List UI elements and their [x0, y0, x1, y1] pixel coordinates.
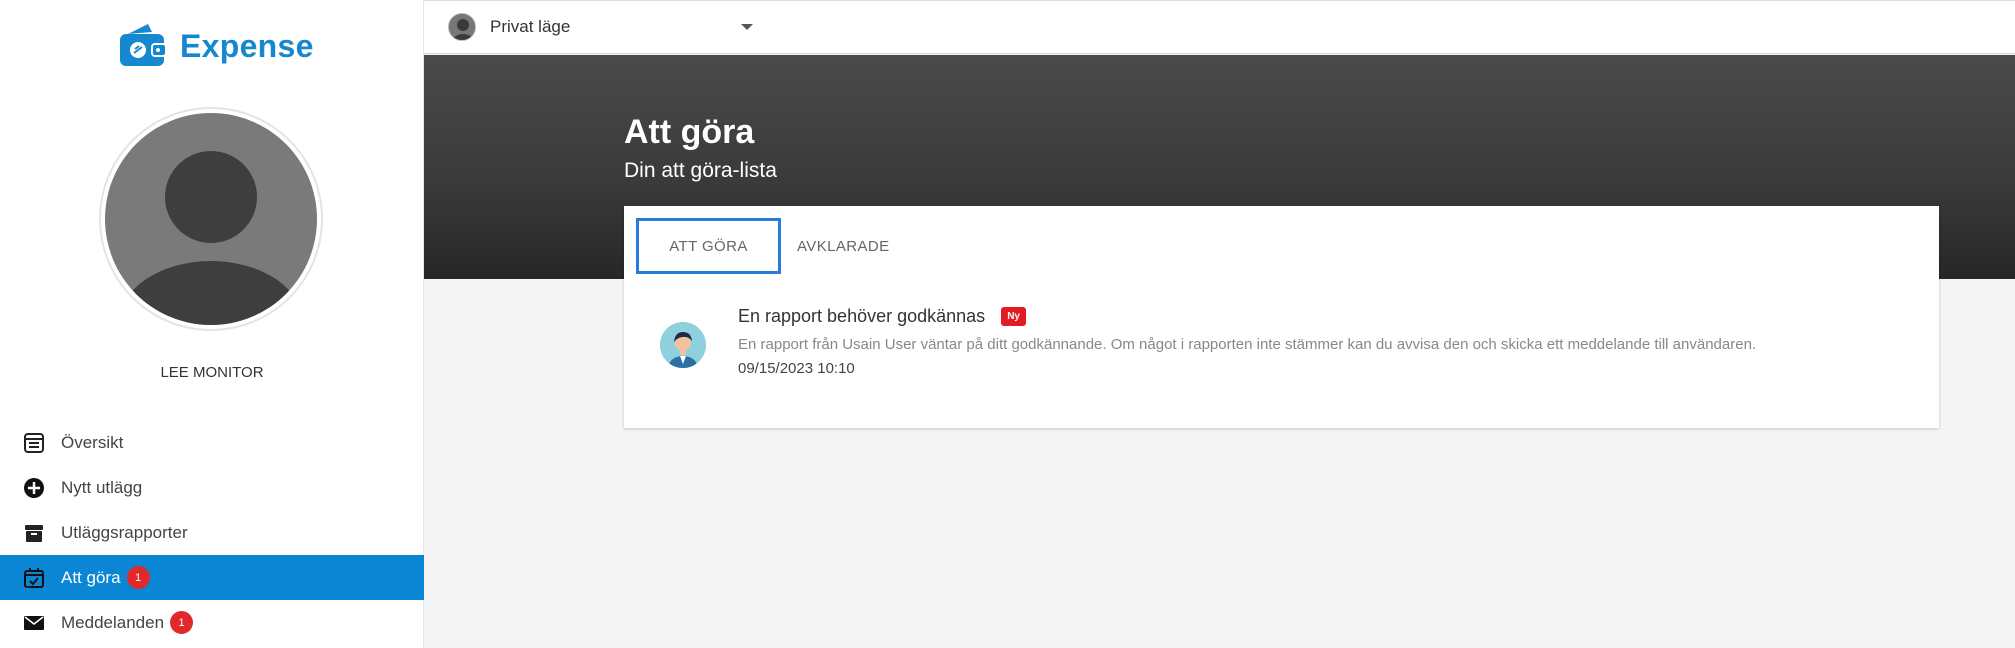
user-name: LEE MONITOR	[160, 364, 264, 381]
page-subtitle: Din att göra-lista	[624, 159, 777, 182]
sidebar-item-utlaggsrapporter[interactable]: Utläggsrapporter	[0, 510, 424, 555]
sidebar-nav: Översikt Nytt utlägg Utläggsrapporter At…	[0, 420, 424, 645]
tab-bar: ATT GÖRA AVKLARADE	[636, 218, 911, 274]
mail-icon	[22, 611, 46, 635]
add-circle-icon	[22, 476, 46, 500]
sidebar-item-label: Utläggsrapporter	[61, 522, 188, 542]
todo-description: En rapport från Usain User väntar på dit…	[738, 336, 1757, 353]
sidebar-item-label: Översikt	[61, 432, 124, 452]
new-badge: Ny	[1001, 307, 1026, 326]
chevron-down-icon	[741, 24, 753, 30]
calendar-check-icon	[22, 566, 46, 590]
mode-label: Privat läge	[490, 17, 571, 36]
page-title: Att göra	[624, 113, 755, 151]
sidebar: Expense LEE MONITOR Översikt Nytt utlägg	[0, 0, 424, 648]
sidebar-item-label: Meddelanden	[61, 612, 165, 632]
todo-title: En rapport behöver godkännas Ny	[738, 306, 1026, 327]
sidebar-item-label: Att göra	[61, 567, 121, 587]
mode-avatar-icon	[448, 13, 476, 41]
sidebar-item-label: Nytt utlägg	[61, 477, 143, 497]
top-bar: Privat läge	[424, 0, 2015, 54]
tab-att-gora[interactable]: ATT GÖRA	[636, 218, 781, 274]
user-avatar-icon	[660, 322, 706, 368]
sidebar-item-oversikt[interactable]: Översikt	[0, 420, 424, 465]
wallet-logo-icon	[118, 22, 170, 70]
notification-badge: 1	[126, 566, 150, 589]
notification-badge: 1	[170, 611, 194, 634]
sidebar-item-meddelanden[interactable]: Meddelanden 1	[0, 600, 424, 645]
app-logo[interactable]: Expense	[118, 22, 314, 70]
todo-card: ATT GÖRA AVKLARADE En rapport behöver go…	[624, 206, 1939, 428]
app-name: Expense	[180, 27, 314, 64]
todo-title-text: En rapport behöver godkännas	[738, 306, 986, 326]
sidebar-item-att-gora[interactable]: Att göra 1	[0, 555, 424, 600]
todo-timestamp: 09/15/2023 10:10	[738, 360, 855, 377]
sidebar-item-nytt-utlagg[interactable]: Nytt utlägg	[0, 465, 424, 510]
tab-avklarade[interactable]: AVKLARADE	[781, 218, 911, 274]
list-item[interactable]: En rapport behöver godkännas Ny En rappo…	[660, 306, 1900, 386]
user-avatar[interactable]	[99, 107, 323, 331]
mode-dropdown[interactable]: Privat läge	[448, 13, 753, 41]
archive-icon	[22, 521, 46, 545]
overview-icon	[22, 431, 46, 455]
